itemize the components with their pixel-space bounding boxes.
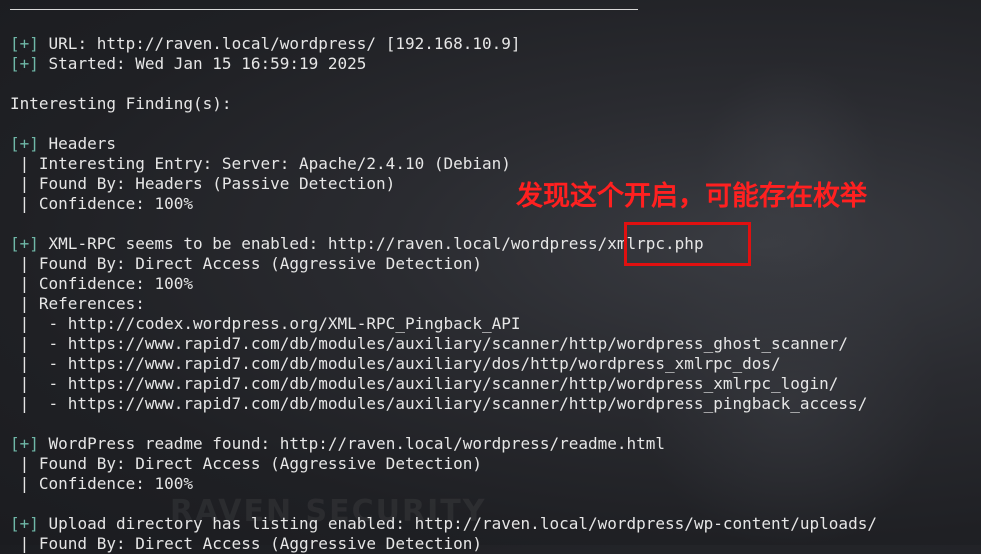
terminal-line: | Found By: Headers (Passive Detection) [10,174,396,194]
terminal-line-text: WordPress readme found: http://raven.loc… [38,434,666,453]
finding-marker: [+] [10,234,39,253]
finding-marker: [+] [10,514,39,533]
finding-marker: [+] [10,434,39,453]
terminal-line: | - https://www.rapid7.com/db/modules/au… [10,374,839,394]
terminal-line-text: | Found By: Direct Access (Aggressive De… [10,454,483,473]
terminal-line: [+] XML-RPC seems to be enabled: http://… [10,234,704,254]
terminal-line-text: | Found By: Direct Access (Aggressive De… [10,254,483,273]
terminal-line: | Found By: Direct Access (Aggressive De… [10,254,482,274]
terminal-line: | Confidence: 100% [10,474,193,494]
terminal-line-text: | - https://www.rapid7.com/db/modules/au… [10,374,839,393]
terminal-line: | Confidence: 100% [10,274,193,294]
terminal-line-text: XML-RPC seems to be enabled: http://rave… [38,234,704,253]
terminal-line-text: | Confidence: 100% [10,274,194,293]
terminal-line-text: Headers [38,134,116,153]
terminal-line-text: | Found By: Headers (Passive Detection) [10,174,396,193]
terminal-line: | Interesting Entry: Server: Apache/2.4.… [10,154,511,174]
finding-marker: [+] [10,54,39,73]
terminal-line: | - http://codex.wordpress.org/XML-RPC_P… [10,314,521,334]
terminal-line-text: | - http://codex.wordpress.org/XML-RPC_P… [10,314,521,333]
terminal-line: | - https://www.rapid7.com/db/modules/au… [10,354,781,374]
terminal-line-text: | Found By: Direct Access (Aggressive De… [10,534,483,553]
terminal-line-text: Interesting Finding(s): [10,94,232,113]
terminal-line: Interesting Finding(s): [10,94,232,114]
terminal-line: | Confidence: 100% [10,194,193,214]
terminal-line-text: | - https://www.rapid7.com/db/modules/au… [10,394,868,413]
terminal-line: | - https://www.rapid7.com/db/modules/au… [10,394,868,414]
finding-marker: [+] [10,34,39,53]
terminal-line-text: | Confidence: 100% [10,474,194,493]
terminal-line: [+] Headers [10,134,116,154]
terminal-line: [+] Upload directory has listing enabled… [10,514,877,534]
terminal-line: [+] WordPress readme found: http://raven… [10,434,665,454]
terminal-line: | References: [10,294,145,314]
terminal-line: [+] URL: http://raven.local/wordpress/ [… [10,34,521,54]
terminal-line: | - https://www.rapid7.com/db/modules/au… [10,334,848,354]
terminal-output[interactable]: [+] URL: http://raven.local/wordpress/ [… [10,0,981,553]
terminal-line-text: Upload directory has listing enabled: ht… [38,514,877,533]
terminal-line: | Found By: Direct Access (Aggressive De… [10,534,482,554]
annotation-note: 发现这个开启，可能存在枚举 [516,181,867,212]
terminal-line-text: | References: [10,294,145,313]
terminal-line-text: | Interesting Entry: Server: Apache/2.4.… [10,154,511,173]
finding-marker: [+] [10,134,39,153]
terminal-line-text: | - https://www.rapid7.com/db/modules/au… [10,354,781,373]
terminal-line-text: | Confidence: 100% [10,194,194,213]
terminal-line-text: Started: Wed Jan 15 16:59:19 2025 [38,54,367,73]
terminal-line: | Found By: Direct Access (Aggressive De… [10,454,482,474]
terminal-line-text: | - https://www.rapid7.com/db/modules/au… [10,334,849,353]
terminal-line-text: URL: http://raven.local/wordpress/ [192.… [38,34,521,53]
xmlrpc-highlight-box [624,222,751,266]
terminal-line: [+] Started: Wed Jan 15 16:59:19 2025 [10,54,366,74]
